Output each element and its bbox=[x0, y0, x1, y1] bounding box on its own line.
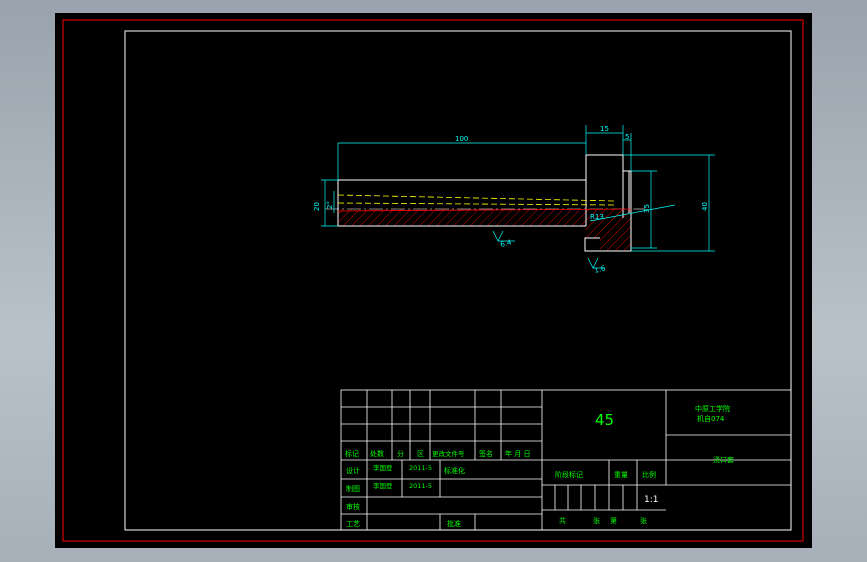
dim-head-bore: 35 bbox=[643, 204, 651, 213]
dim-head-length: 15 bbox=[600, 125, 609, 133]
header-part: 分 bbox=[397, 449, 404, 458]
header-mark: 标记 bbox=[345, 449, 359, 458]
header-zone: 区 bbox=[417, 450, 424, 458]
class-number: 机自074 bbox=[697, 414, 725, 423]
header-count: 处数 bbox=[370, 449, 384, 458]
drawing-viewport[interactable]: 100 15 5 40 35 20 2° R13 6.4 1.6 45 中原工学… bbox=[55, 13, 812, 548]
dim-head-step: 5 bbox=[625, 133, 629, 141]
row-design-date: 2011-5 bbox=[409, 464, 432, 472]
sheet-no: 第 bbox=[610, 516, 617, 525]
row-check-label: 审核 bbox=[346, 502, 360, 511]
dimension-labels: 100 15 5 40 35 20 2° R13 6.4 1.6 bbox=[313, 125, 709, 275]
row-approve-label: 批准 bbox=[447, 519, 461, 528]
material-label: 45 bbox=[595, 411, 614, 429]
row-draw-date: 2011-5 bbox=[409, 482, 432, 490]
row-design-label: 设计 bbox=[346, 466, 360, 475]
title-block-text: 45 中原工学院 机自074 浇口套 标记 处数 分 区 更改文件号 签名 年 … bbox=[345, 404, 734, 528]
school-name: 中原工学院 bbox=[695, 404, 730, 413]
row-draw-label: 制图 bbox=[346, 484, 360, 493]
roughness-value-1: 6.4 bbox=[499, 238, 512, 249]
scale-value: 1:1 bbox=[644, 495, 658, 505]
row-design-name: 李国登 bbox=[373, 463, 393, 472]
cad-drawing: 100 15 5 40 35 20 2° R13 6.4 1.6 45 中原工学… bbox=[62, 19, 804, 542]
scale-label: 比例 bbox=[642, 470, 656, 479]
weight-label: 重量 bbox=[614, 471, 628, 479]
sheet-unit: 张 bbox=[593, 516, 600, 525]
dim-shank-diameter: 20 bbox=[313, 202, 321, 211]
row-draw-name: 李国登 bbox=[373, 481, 393, 490]
roughness-value-2: 1.6 bbox=[593, 264, 606, 275]
dim-length-total: 100 bbox=[455, 135, 468, 143]
outer-frame bbox=[62, 19, 804, 542]
part-name: 浇口套 bbox=[713, 455, 734, 464]
dimension-set bbox=[321, 125, 715, 269]
dim-radius: R13 bbox=[590, 213, 604, 221]
sheet-total: 共 bbox=[559, 516, 566, 525]
header-date: 年 月 日 bbox=[505, 449, 530, 458]
section-hatch-shank bbox=[338, 209, 585, 226]
row-design-std: 标准化 bbox=[444, 466, 465, 475]
stage-label: 阶段标记 bbox=[555, 470, 583, 479]
header-change-doc: 更改文件号 bbox=[432, 449, 465, 458]
row-process-label: 工艺 bbox=[346, 520, 360, 528]
sheet-unit-2: 张 bbox=[640, 516, 647, 525]
header-signature: 签名 bbox=[479, 449, 493, 458]
dim-bore-angle: 2° bbox=[326, 201, 334, 209]
dim-outer-diameter: 40 bbox=[701, 202, 709, 211]
